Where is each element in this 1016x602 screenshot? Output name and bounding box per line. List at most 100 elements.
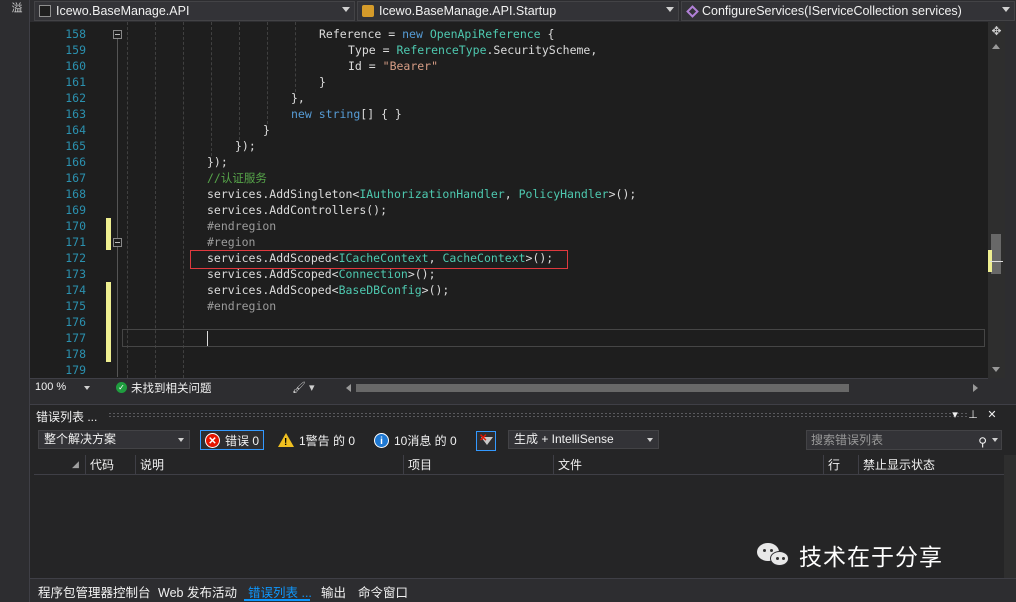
class-dropdown[interactable]: Icewo.BaseManage.API.Startup: [357, 1, 679, 21]
editor-horizontal-scrollbar[interactable]: [346, 382, 978, 394]
code-line-175: #endregion: [207, 299, 277, 313]
issues-indicator[interactable]: ✓ 未找到相关问题: [116, 380, 212, 395]
collapse-icon[interactable]: [113, 30, 122, 39]
clear-filter-icon: ✕: [479, 433, 488, 444]
line-number: 176: [65, 315, 86, 329]
line-number: 168: [65, 187, 86, 201]
error-list-scrollbar[interactable]: [1004, 455, 1016, 579]
scroll-right-arrow-icon[interactable]: [973, 384, 978, 392]
column-header-suppression-state[interactable]: 禁止显示状态: [858, 455, 983, 475]
error-list-title: 错误列表 ...: [36, 410, 98, 424]
line-number: 162: [65, 91, 86, 105]
line-number: 167: [65, 171, 86, 185]
tab-package-manager-console[interactable]: 程序包管理器控制台: [38, 582, 151, 601]
line-number: 173: [65, 267, 86, 281]
collapse-icon[interactable]: [113, 238, 122, 247]
column-header-file[interactable]: 文件: [553, 455, 823, 475]
tab-command-window[interactable]: 命令窗口: [358, 582, 408, 601]
scope-dropdown[interactable]: 整个解决方案: [38, 430, 190, 449]
code-line-169: services.AddControllers();: [207, 203, 388, 217]
scrollbar-thumb[interactable]: [991, 234, 1001, 274]
line-number: 163: [65, 107, 86, 121]
tab-output[interactable]: 输出: [321, 582, 346, 601]
line-number: 165: [65, 139, 86, 153]
line-number-gutter: 158 159 160 161 162 163 164 165 166 167 …: [30, 22, 90, 378]
line-number: 172: [65, 251, 86, 265]
window-position-dropdown-icon[interactable]: ▾: [948, 408, 962, 421]
project-name: Icewo.BaseManage.API: [56, 4, 190, 18]
warnings-filter-button[interactable]: ! 1警告 的 0: [274, 430, 359, 450]
search-icon[interactable]: ⚲: [978, 433, 987, 451]
scroll-left-arrow-icon[interactable]: [346, 384, 351, 392]
code-editor[interactable]: 158 159 160 161 162 163 164 165 166 167 …: [30, 22, 988, 378]
code-line-163: new string[] { }: [291, 107, 402, 121]
messages-filter-button[interactable]: i 10消息 的 0: [370, 430, 461, 450]
member-dropdown[interactable]: ConfigureServices(IServiceCollection ser…: [681, 1, 1015, 21]
chevron-down-icon: [666, 7, 674, 12]
zoom-level: 100 %: [35, 381, 67, 393]
line-number: 179: [65, 363, 86, 377]
indent-guide: [211, 22, 212, 156]
issues-text: 未找到相关问题: [131, 382, 212, 395]
code-line-174: services.AddScoped<BaseDBConfig>();: [207, 283, 450, 297]
csharp-project-icon: [39, 5, 51, 17]
project-dropdown[interactable]: Icewo.BaseManage.API: [34, 1, 355, 21]
chevron-down-icon: [647, 438, 653, 442]
code-line-171: #region: [207, 235, 256, 249]
info-icon: i: [374, 432, 389, 448]
filter-toggle-button[interactable]: ✕: [476, 431, 496, 451]
chevron-down-icon: [178, 438, 184, 442]
line-number: 161: [65, 75, 86, 89]
pin-icon[interactable]: ⊥: [966, 408, 980, 421]
indent-guide: [155, 22, 156, 378]
editor-vertical-scrollbar[interactable]: ✥: [988, 22, 1005, 378]
search-placeholder: 搜索错误列表: [811, 433, 884, 447]
class-name: Icewo.BaseManage.API.Startup: [379, 4, 557, 18]
code-line-158: Reference = new OpenApiReference {: [319, 27, 555, 41]
watermark-text: 技术在于分享: [799, 545, 943, 571]
code-line-159: Type = ReferenceType.SecurityScheme,: [348, 43, 598, 57]
indent-guide: [295, 22, 296, 92]
scrollbar-thumb[interactable]: [356, 384, 849, 392]
current-line-highlight: [122, 329, 985, 347]
column-header-description[interactable]: 说明: [135, 455, 403, 475]
sort-icon[interactable]: ◢: [72, 459, 79, 470]
wechat-logo-icon: [757, 541, 791, 569]
warning-icon: !: [278, 433, 294, 448]
editor-bottom-bar: 100 % ✓ 未找到相关问题 🖌 ▾: [30, 378, 988, 396]
change-marker: [106, 218, 111, 250]
fold-line: [117, 247, 118, 377]
highlight-annotation-box: [190, 250, 568, 269]
code-line-166: });: [207, 155, 228, 169]
zoom-dropdown[interactable]: 100 %: [32, 380, 92, 395]
column-header-project[interactable]: 项目: [403, 455, 553, 475]
server-explorer-tab[interactable]: 溢: [6, 2, 24, 13]
line-number: 178: [65, 347, 86, 361]
code-line-162: },: [291, 91, 305, 105]
search-input[interactable]: 搜索错误列表 ⚲: [806, 430, 1002, 450]
split-window-icon[interactable]: ✥: [988, 24, 1005, 38]
scroll-up-arrow-icon[interactable]: [992, 44, 1000, 49]
navigation-bar: Icewo.BaseManage.API Icewo.BaseManage.AP…: [30, 0, 1016, 22]
column-header-code[interactable]: 代码: [85, 455, 135, 475]
scroll-down-arrow-icon[interactable]: [992, 367, 1000, 372]
code-line-168: services.AddSingleton<IAuthorizationHand…: [207, 187, 637, 201]
build-source-dropdown[interactable]: 生成 + IntelliSense: [508, 430, 659, 449]
title-grip[interactable]: [108, 412, 968, 418]
line-number: 171: [65, 235, 86, 249]
code-cleanup-icon[interactable]: 🖌 ▾: [292, 381, 315, 394]
code-line-167: //认证服务: [207, 171, 267, 185]
left-toolwindow-strip: 溢: [0, 0, 30, 602]
line-number: 164: [65, 123, 86, 137]
column-header-line[interactable]: 行: [823, 455, 858, 475]
bottom-tool-tabs: 程序包管理器控制台 Web 发布活动 错误列表 ... 输出 命令窗口: [30, 578, 1016, 602]
errors-filter-button[interactable]: ✕ 错误 0: [200, 430, 265, 450]
close-icon[interactable]: ✕: [985, 408, 999, 421]
tab-web-publish-activity[interactable]: Web 发布活动: [158, 582, 237, 601]
messages-label: 10消息 的 0: [394, 433, 457, 448]
indent-guide: [183, 22, 184, 378]
warnings-label: 1警告 的 0: [299, 433, 356, 448]
code-line-161: }: [319, 75, 326, 89]
fold-line: [117, 39, 118, 239]
chevron-down-icon[interactable]: [992, 438, 998, 442]
